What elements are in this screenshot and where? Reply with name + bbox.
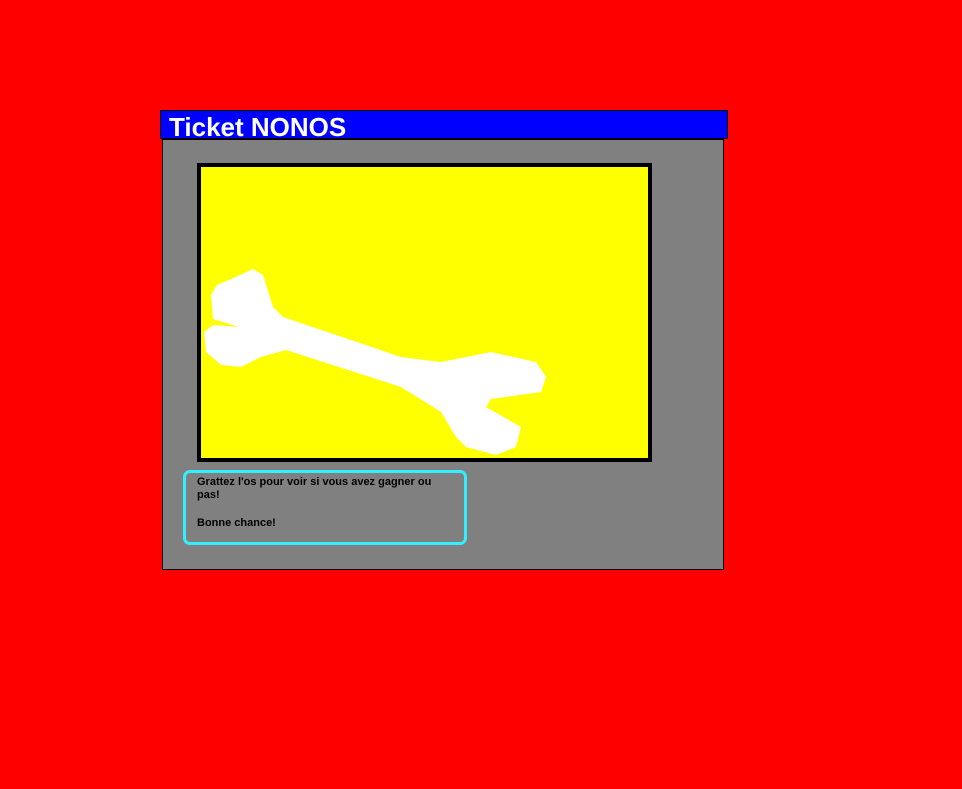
bone-icon[interactable] [201,167,648,458]
title-bar: Ticket NONOS [160,110,728,142]
window-title: Ticket NONOS [169,112,347,142]
ticket-panel: Grattez l'os pour voir si vous avez gagn… [162,139,724,570]
good-luck-text: Bonne chance! [197,517,276,529]
message-box: Grattez l'os pour voir si vous avez gagn… [183,470,467,545]
instruction-text: Grattez l'os pour voir si vous avez gagn… [197,476,432,501]
ticket-window: Ticket NONOS Grattez l'os pour voir si v… [160,110,728,571]
scratch-card-area[interactable] [197,163,652,462]
